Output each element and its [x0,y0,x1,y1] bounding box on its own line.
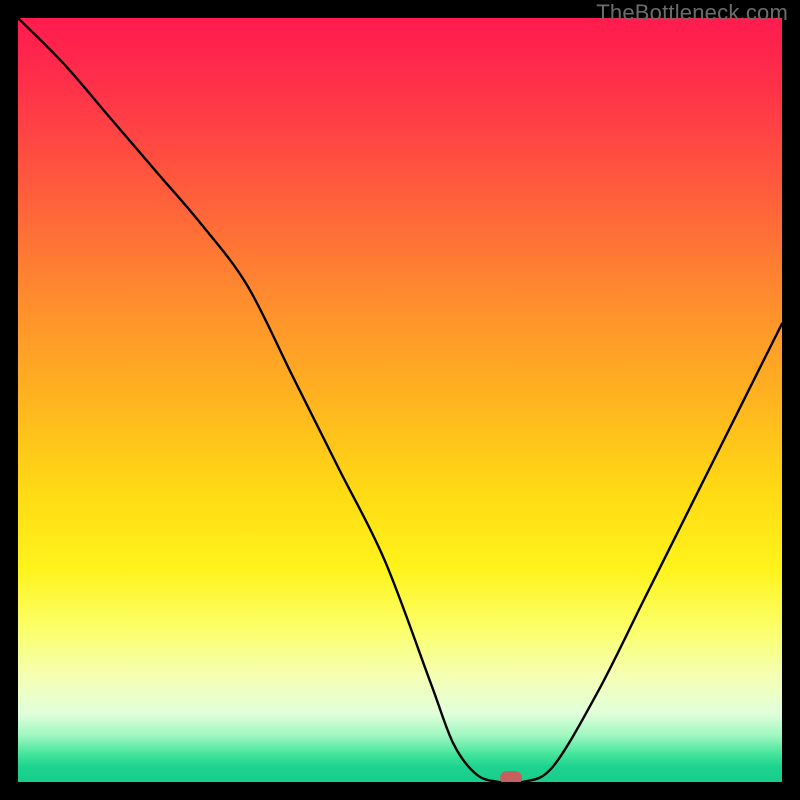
bottleneck-curve [18,18,782,782]
outer-frame: TheBottleneck.com [0,0,800,800]
watermark-text: TheBottleneck.com [596,0,788,26]
plot-area [18,18,782,782]
optimal-marker [500,771,522,782]
